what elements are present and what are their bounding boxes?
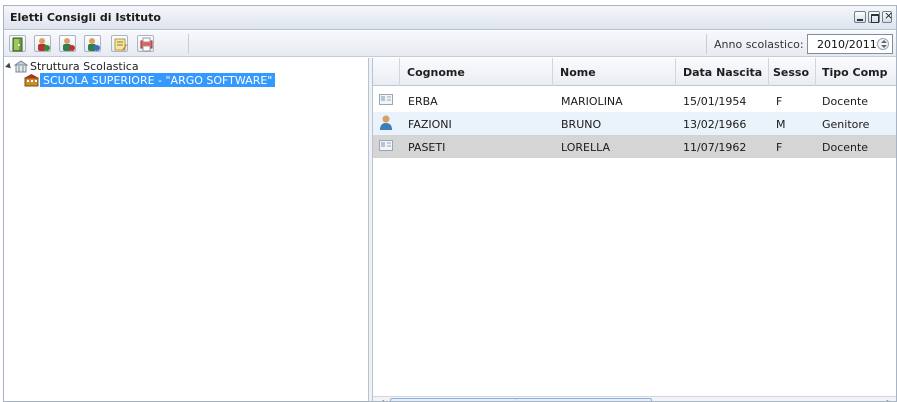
- id-card-icon: [379, 94, 393, 105]
- cell-tipo-comp: Docente: [822, 95, 869, 108]
- cell-data-nascita: 13/02/1966: [683, 118, 747, 131]
- column-header-nome[interactable]: Nome: [553, 58, 676, 86]
- minimize-button[interactable]: [854, 11, 866, 23]
- members-grid: Cognome Nome Data Nascita Sesso Tipo Com…: [373, 58, 896, 401]
- toolbar-separator: [188, 34, 189, 54]
- maximize-button[interactable]: [868, 11, 880, 23]
- cell-tipo-comp: Genitore: [822, 118, 870, 131]
- horizontal-scrollbar[interactable]: < >: [373, 396, 896, 401]
- window-title: Eletti Consigli di Istituto: [10, 11, 161, 24]
- remove-person-button[interactable]: [59, 35, 76, 52]
- table-row[interactable]: ERBA MARIOLINA 15/01/1954 F Docente: [373, 89, 896, 112]
- person-remove-icon: [63, 38, 75, 51]
- cell-cognome: ERBA: [408, 95, 438, 108]
- cell-nome: BRUNO: [561, 118, 602, 131]
- column-header-data-nascita[interactable]: Data Nascita: [676, 58, 769, 86]
- structure-tree: Struttura Scolastica SCUOLA SUPERIORE - …: [4, 58, 368, 401]
- anno-scolastico-value: 2010/2011: [817, 38, 877, 51]
- edit-person-button[interactable]: [84, 35, 101, 52]
- cell-nome: LORELLA: [561, 141, 611, 154]
- person-add-icon: [38, 38, 50, 51]
- column-header-sesso[interactable]: Sesso: [769, 58, 816, 86]
- cell-data-nascita: 11/07/1962: [683, 141, 747, 154]
- cell-nome: MARIOLINA: [561, 95, 623, 108]
- column-header-tipo-comp[interactable]: Tipo Comp: [816, 58, 896, 86]
- person-icon: [380, 115, 392, 130]
- main-window: Eletti Consigli di Istituto × Anno scola…: [3, 5, 897, 402]
- print-icon: [140, 37, 153, 52]
- table-row[interactable]: FAZIONI BRUNO 13/02/1966 M Genitore: [373, 112, 896, 135]
- id-card-icon: [379, 140, 393, 151]
- school-icon: [24, 74, 39, 87]
- title-bar: Eletti Consigli di Istituto: [4, 6, 896, 30]
- cell-cognome: FAZIONI: [408, 118, 452, 131]
- add-person-button[interactable]: [34, 35, 51, 52]
- toolbar-separator: [706, 34, 707, 54]
- cell-data-nascita: 15/01/1954: [683, 95, 747, 108]
- cell-tipo-comp: Docente: [822, 141, 869, 154]
- person-edit-icon: [88, 38, 100, 51]
- print-button[interactable]: [137, 35, 154, 52]
- scrollbar-thumb[interactable]: [390, 398, 652, 401]
- exit-button[interactable]: [9, 35, 26, 52]
- cell-sesso: F: [776, 95, 783, 108]
- spinner-icon[interactable]: [877, 38, 889, 50]
- toolbar: Anno scolastico: 2010/2011: [4, 31, 896, 57]
- anno-scolastico-label: Anno scolastico:: [714, 38, 804, 51]
- close-button[interactable]: [882, 9, 893, 23]
- scroll-right-icon[interactable]: >: [884, 398, 896, 401]
- anno-scolastico-select[interactable]: 2010/2011: [807, 34, 893, 54]
- exit-icon: [12, 37, 23, 52]
- scroll-left-icon[interactable]: <: [375, 398, 387, 401]
- notes-button[interactable]: [111, 35, 128, 52]
- expand-arrow-icon[interactable]: [5, 62, 13, 71]
- grid-header: Cognome Nome Data Nascita Sesso Tipo Com…: [373, 58, 896, 86]
- tree-item-school-label: SCUOLA SUPERIORE - "ARGO SOFTWARE": [40, 73, 276, 87]
- tree-root-label: Struttura Scolastica: [30, 60, 139, 73]
- cell-cognome: PASETI: [408, 141, 446, 154]
- notes-icon: [114, 38, 127, 51]
- column-header-cognome[interactable]: Cognome: [400, 58, 553, 86]
- cell-sesso: M: [776, 118, 786, 131]
- table-row-selected[interactable]: PASETI LORELLA 11/07/1962 F Docente: [373, 135, 896, 158]
- cell-sesso: F: [776, 141, 783, 154]
- building-icon: [14, 60, 28, 73]
- header-icon-column: [373, 58, 400, 86]
